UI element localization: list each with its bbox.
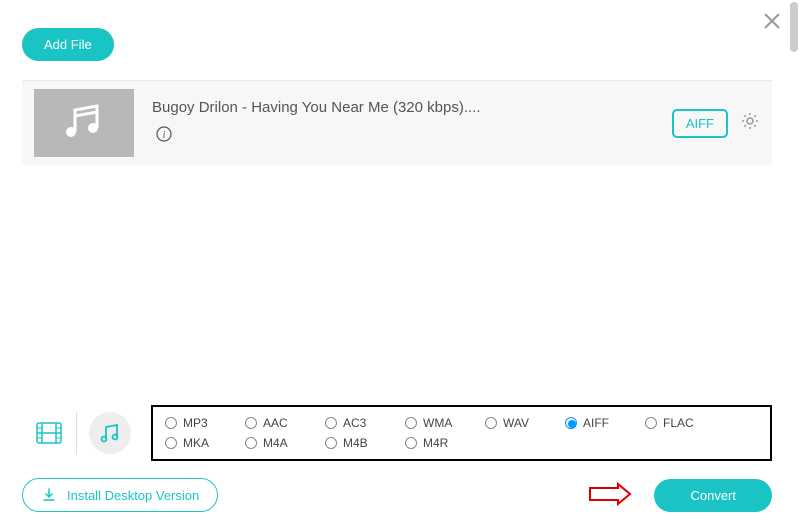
radio-icon <box>565 417 577 429</box>
radio-icon <box>405 437 417 449</box>
format-option-aiff[interactable]: AIFF <box>565 416 645 430</box>
format-label: AIFF <box>583 416 609 430</box>
format-option-flac[interactable]: FLAC <box>645 416 725 430</box>
radio-icon <box>485 417 497 429</box>
radio-icon <box>325 437 337 449</box>
install-desktop-button[interactable]: Install Desktop Version <box>22 478 218 512</box>
close-icon[interactable] <box>762 10 782 38</box>
radio-icon <box>405 417 417 429</box>
format-option-wma[interactable]: WMA <box>405 416 485 430</box>
radio-icon <box>165 437 177 449</box>
scrollbar[interactable] <box>790 2 798 528</box>
bottom-bar: Install Desktop Version Convert <box>22 478 772 512</box>
format-option-wav[interactable]: WAV <box>485 416 565 430</box>
info-icon[interactable]: i <box>156 129 172 145</box>
radio-icon <box>245 437 257 449</box>
download-icon <box>41 487 57 503</box>
format-option-mp3[interactable]: MP3 <box>165 416 245 430</box>
radio-icon <box>165 417 177 429</box>
radio-icon <box>245 417 257 429</box>
tab-audio[interactable] <box>77 404 143 462</box>
format-option-m4b[interactable]: M4B <box>325 436 405 450</box>
format-option-mka[interactable]: MKA <box>165 436 245 450</box>
format-option-m4a[interactable]: M4A <box>245 436 325 450</box>
formats-box: MP3 AAC AC3 WMA WAV AIFF FLAC MKA M4A M4B M4R <box>151 405 772 461</box>
format-option-ac3[interactable]: AC3 <box>325 416 405 430</box>
install-label: Install Desktop Version <box>67 488 199 503</box>
file-title: Bugoy Drilon - Having You Near Me (320 k… <box>152 99 672 116</box>
format-label: WMA <box>423 416 452 430</box>
format-label: M4A <box>263 436 288 450</box>
arrow-annotation <box>588 482 632 506</box>
format-option-m4r[interactable]: M4R <box>405 436 485 450</box>
tab-video[interactable] <box>22 410 76 456</box>
film-icon <box>34 418 64 448</box>
format-label: M4R <box>423 436 448 450</box>
convert-button[interactable]: Convert <box>654 479 772 512</box>
format-label: MKA <box>183 436 209 450</box>
format-label: MP3 <box>183 416 208 430</box>
file-item: Bugoy Drilon - Having You Near Me (320 k… <box>22 80 772 165</box>
format-label: M4B <box>343 436 368 450</box>
radio-icon <box>645 417 657 429</box>
format-label: AAC <box>263 416 288 430</box>
add-file-button[interactable]: Add File <box>22 28 114 61</box>
file-thumbnail <box>34 89 134 157</box>
radio-icon <box>325 417 337 429</box>
format-label: WAV <box>503 416 529 430</box>
format-option-aac[interactable]: AAC <box>245 416 325 430</box>
format-badge[interactable]: AIFF <box>672 109 728 138</box>
format-label: FLAC <box>663 416 694 430</box>
svg-text:i: i <box>163 130 166 141</box>
format-label: AC3 <box>343 416 366 430</box>
music-icon <box>98 421 122 445</box>
format-panel: MP3 AAC AC3 WMA WAV AIFF FLAC MKA M4A M4B M4R <box>22 404 772 462</box>
gear-icon[interactable] <box>740 111 760 136</box>
